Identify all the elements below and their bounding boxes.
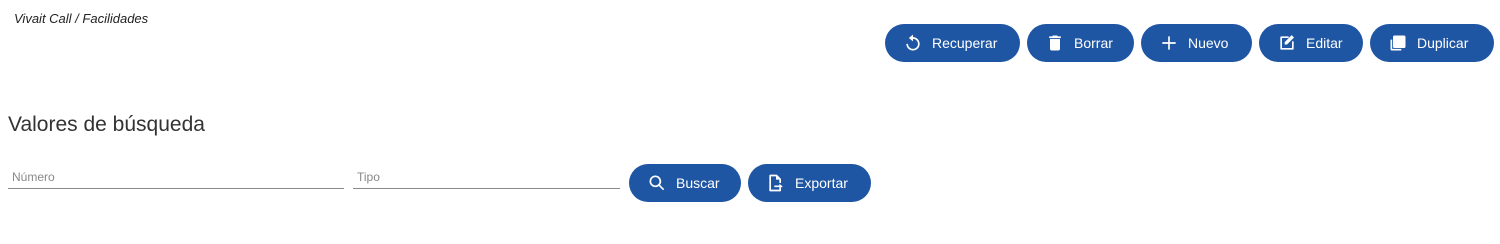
recuperar-button[interactable]: Recuperar [885,24,1020,62]
breadcrumb: Vivait Call / Facilidades [14,11,149,26]
buscar-label: Buscar [676,175,720,191]
search-icon [649,175,665,191]
editar-label: Editar [1306,35,1343,51]
numero-input[interactable] [8,168,344,184]
nuevo-button[interactable]: Nuevo [1141,24,1252,62]
undo-icon [906,34,920,51]
buscar-button[interactable]: Buscar [629,164,741,202]
recuperar-label: Recuperar [932,35,998,51]
exportar-label: Exportar [795,175,848,191]
duplicar-button[interactable]: Duplicar [1370,24,1494,62]
borrar-button[interactable]: Borrar [1027,24,1134,62]
numero-field [8,168,344,189]
exportar-button[interactable]: Exportar [748,164,871,202]
trash-icon [1049,35,1061,51]
edit-icon [1280,35,1294,50]
duplicar-label: Duplicar [1417,35,1469,51]
export-icon [769,174,783,192]
tipo-input[interactable] [353,168,620,184]
plus-icon [1162,36,1176,50]
search-actions: Buscar Exportar [629,164,871,202]
borrar-label: Borrar [1074,35,1113,51]
editar-button[interactable]: Editar [1259,24,1363,62]
tipo-field [353,168,620,189]
search-section-title: Valores de búsqueda [8,113,205,136]
copy-icon [1390,35,1406,51]
nuevo-label: Nuevo [1188,35,1229,51]
action-toolbar: Recuperar Borrar Nuevo Editar Duplicar [885,24,1494,62]
